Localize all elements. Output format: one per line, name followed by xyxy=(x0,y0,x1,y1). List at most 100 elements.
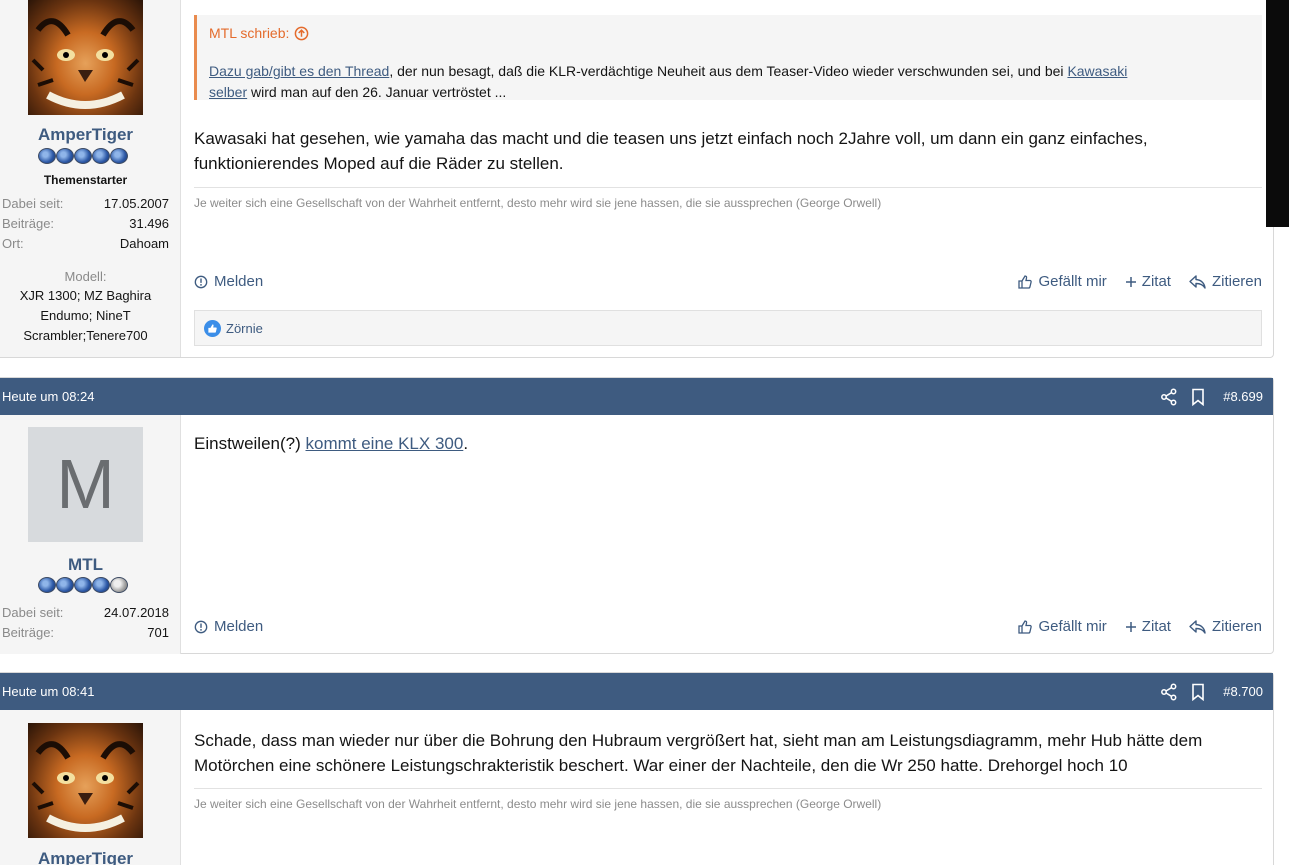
username[interactable]: MTL xyxy=(0,555,171,575)
thumbs-up-icon xyxy=(1018,274,1033,289)
thread-page: AmperTiger Themenstarter Dabei seit: 17.0… xyxy=(0,0,1289,865)
username[interactable]: AmperTiger xyxy=(0,849,171,865)
signature: Je weiter sich eine Gesellschaft von der… xyxy=(194,788,1262,811)
stat-posts: Beiträge: 31.496 xyxy=(2,216,169,231)
rank-ball-icon xyxy=(92,577,110,593)
avatar-tiger[interactable] xyxy=(28,723,143,838)
stat-value: Dahoam xyxy=(119,236,169,251)
quote-block: MTL schrieb: Dazu gab/gibt es den Thread… xyxy=(194,15,1262,100)
post-line: Motörchen eine schönere Leistungschrakte… xyxy=(194,756,1128,775)
post-body: Einstweilen(?) kommt eine KLX 300. xyxy=(194,431,1256,456)
post-actions: Melden Gefällt mir Zitat Zitieren xyxy=(194,273,1262,293)
post-line: funktionierendes Moped auf die Räder zu … xyxy=(194,154,564,173)
model-label: Modell: xyxy=(64,269,107,284)
user-cell: AmperTiger Themenstarter Dabei seit: 17.0… xyxy=(0,0,181,357)
report-button[interactable]: Melden xyxy=(194,618,263,635)
share-icon[interactable] xyxy=(1160,388,1178,406)
quote-header[interactable]: MTL schrieb: xyxy=(209,25,309,41)
post-number[interactable]: #8.700 xyxy=(1223,684,1263,699)
stat-label: Beiträge: xyxy=(2,216,55,231)
post-line: Schade, dass man wieder nur über die Boh… xyxy=(194,731,1203,750)
kawasaki-link-cont[interactable]: selber xyxy=(209,84,247,100)
stat-joined: Dabei seit: 24.07.2018 xyxy=(2,605,169,620)
post-body: Schade, dass man wieder nur über die Boh… xyxy=(194,728,1256,778)
rank-ball-icon xyxy=(74,577,92,593)
reaction-user[interactable]: Zörnie xyxy=(226,321,263,336)
like-label: Gefällt mir xyxy=(1038,273,1107,290)
rank-badges xyxy=(38,148,128,164)
signature: Je weiter sich eine Gesellschaft von der… xyxy=(194,187,1262,210)
scrollbar[interactable] xyxy=(1266,0,1289,227)
user-role: Themenstarter xyxy=(43,173,128,187)
report-icon xyxy=(194,620,208,633)
like-label: Gefällt mir xyxy=(1038,618,1107,635)
like-button[interactable]: Gefällt mir xyxy=(1017,618,1107,635)
model-line: Endumo; NineT xyxy=(40,308,131,323)
stat-value: 17.05.2007 xyxy=(103,196,169,211)
quote-button[interactable]: Zitat xyxy=(1125,273,1171,290)
plus-icon xyxy=(1125,276,1136,287)
like-button[interactable]: Gefällt mir xyxy=(1017,273,1107,290)
quote-label: Zitat xyxy=(1141,618,1171,635)
post-line: Kawasaki hat gesehen, wie yamaha das mac… xyxy=(194,129,1148,148)
post-number[interactable]: #8.699 xyxy=(1223,389,1263,404)
share-icon[interactable] xyxy=(1160,683,1178,701)
stat-label: Ort: xyxy=(2,236,24,251)
post-actions: Melden Gefällt mir Zitat Zitieren xyxy=(194,618,1262,638)
quote-author[interactable]: MTL schrieb: xyxy=(209,25,289,41)
quote-body: Dazu gab/gibt es den Thread, der nun bes… xyxy=(209,61,1253,103)
report-button[interactable]: Melden xyxy=(194,273,263,290)
rank-ball-empty-icon xyxy=(110,577,128,593)
reply-icon xyxy=(1189,619,1206,634)
post-time[interactable]: Heute um 08:41 xyxy=(2,684,95,699)
reply-label: Zitieren xyxy=(1211,273,1262,290)
reply-button[interactable]: Zitieren xyxy=(1189,273,1262,290)
post-body: Kawasaki hat gesehen, wie yamaha das mac… xyxy=(194,126,1256,176)
thread-link[interactable]: Dazu gab/gibt es den Thread xyxy=(209,63,389,79)
stat-label: Dabei seit: xyxy=(2,196,64,211)
thumbs-up-icon xyxy=(1018,619,1033,634)
rank-ball-icon xyxy=(38,577,56,593)
quote-text: , der nun besagt, daß die KLR-verdächtig… xyxy=(389,63,1068,79)
stat-value: 31.496 xyxy=(129,216,169,231)
user-cell: M MTL Dabei seit: 24.07.2018 Beiträge: 701 xyxy=(0,415,181,654)
model-line: Scrambler;Tenere700 xyxy=(23,328,148,343)
klx-link[interactable]: kommt eine KLX 300 xyxy=(306,434,464,453)
report-label: Melden xyxy=(214,618,264,635)
avatar-letter[interactable]: M xyxy=(28,427,143,542)
rank-ball-icon xyxy=(56,148,74,164)
post-8700: Heute um 08:41 #8.700 AmperTiger Schade,… xyxy=(0,672,1274,865)
rank-ball-icon xyxy=(38,148,56,164)
stat-posts: Beiträge: 701 xyxy=(2,625,169,640)
post-8698: AmperTiger Themenstarter Dabei seit: 17.0… xyxy=(0,0,1274,358)
quote-label: Zitat xyxy=(1141,273,1171,290)
reply-label: Zitieren xyxy=(1211,618,1262,635)
quote-button[interactable]: Zitat xyxy=(1125,618,1171,635)
quote-text: wird man auf den 26. Januar vertröstet .… xyxy=(247,84,507,100)
report-label: Melden xyxy=(214,273,264,290)
avatar-tiger[interactable] xyxy=(28,0,143,115)
stat-label: Beiträge: xyxy=(2,625,55,640)
rank-ball-icon xyxy=(74,148,92,164)
username[interactable]: AmperTiger xyxy=(0,125,171,145)
post-8699: Heute um 08:24 #8.699 M MTL Dabei seit: 2… xyxy=(0,377,1274,654)
reply-icon xyxy=(1189,274,1206,289)
user-cell: AmperTiger xyxy=(0,710,181,865)
post-header: Heute um 08:24 #8.699 xyxy=(0,378,1273,415)
report-icon xyxy=(194,275,208,288)
arrow-up-circle-icon[interactable] xyxy=(294,26,309,41)
rank-ball-icon xyxy=(56,577,74,593)
reply-button[interactable]: Zitieren xyxy=(1189,618,1262,635)
bookmark-icon[interactable] xyxy=(1190,683,1206,701)
bookmark-icon[interactable] xyxy=(1190,388,1206,406)
stat-label: Dabei seit: xyxy=(2,605,64,620)
kawasaki-link[interactable]: Kawasaki xyxy=(1067,63,1127,79)
rank-ball-icon xyxy=(92,148,110,164)
post-time[interactable]: Heute um 08:24 xyxy=(2,389,95,404)
stat-joined: Dabei seit: 17.05.2007 xyxy=(2,196,169,211)
like-reaction-icon xyxy=(204,319,221,337)
post-text: Einstweilen(?) xyxy=(194,434,306,453)
post-text: . xyxy=(463,434,469,453)
reactions-bar: Zörnie xyxy=(194,310,1262,346)
stat-location: Ort: Dahoam xyxy=(2,236,169,251)
